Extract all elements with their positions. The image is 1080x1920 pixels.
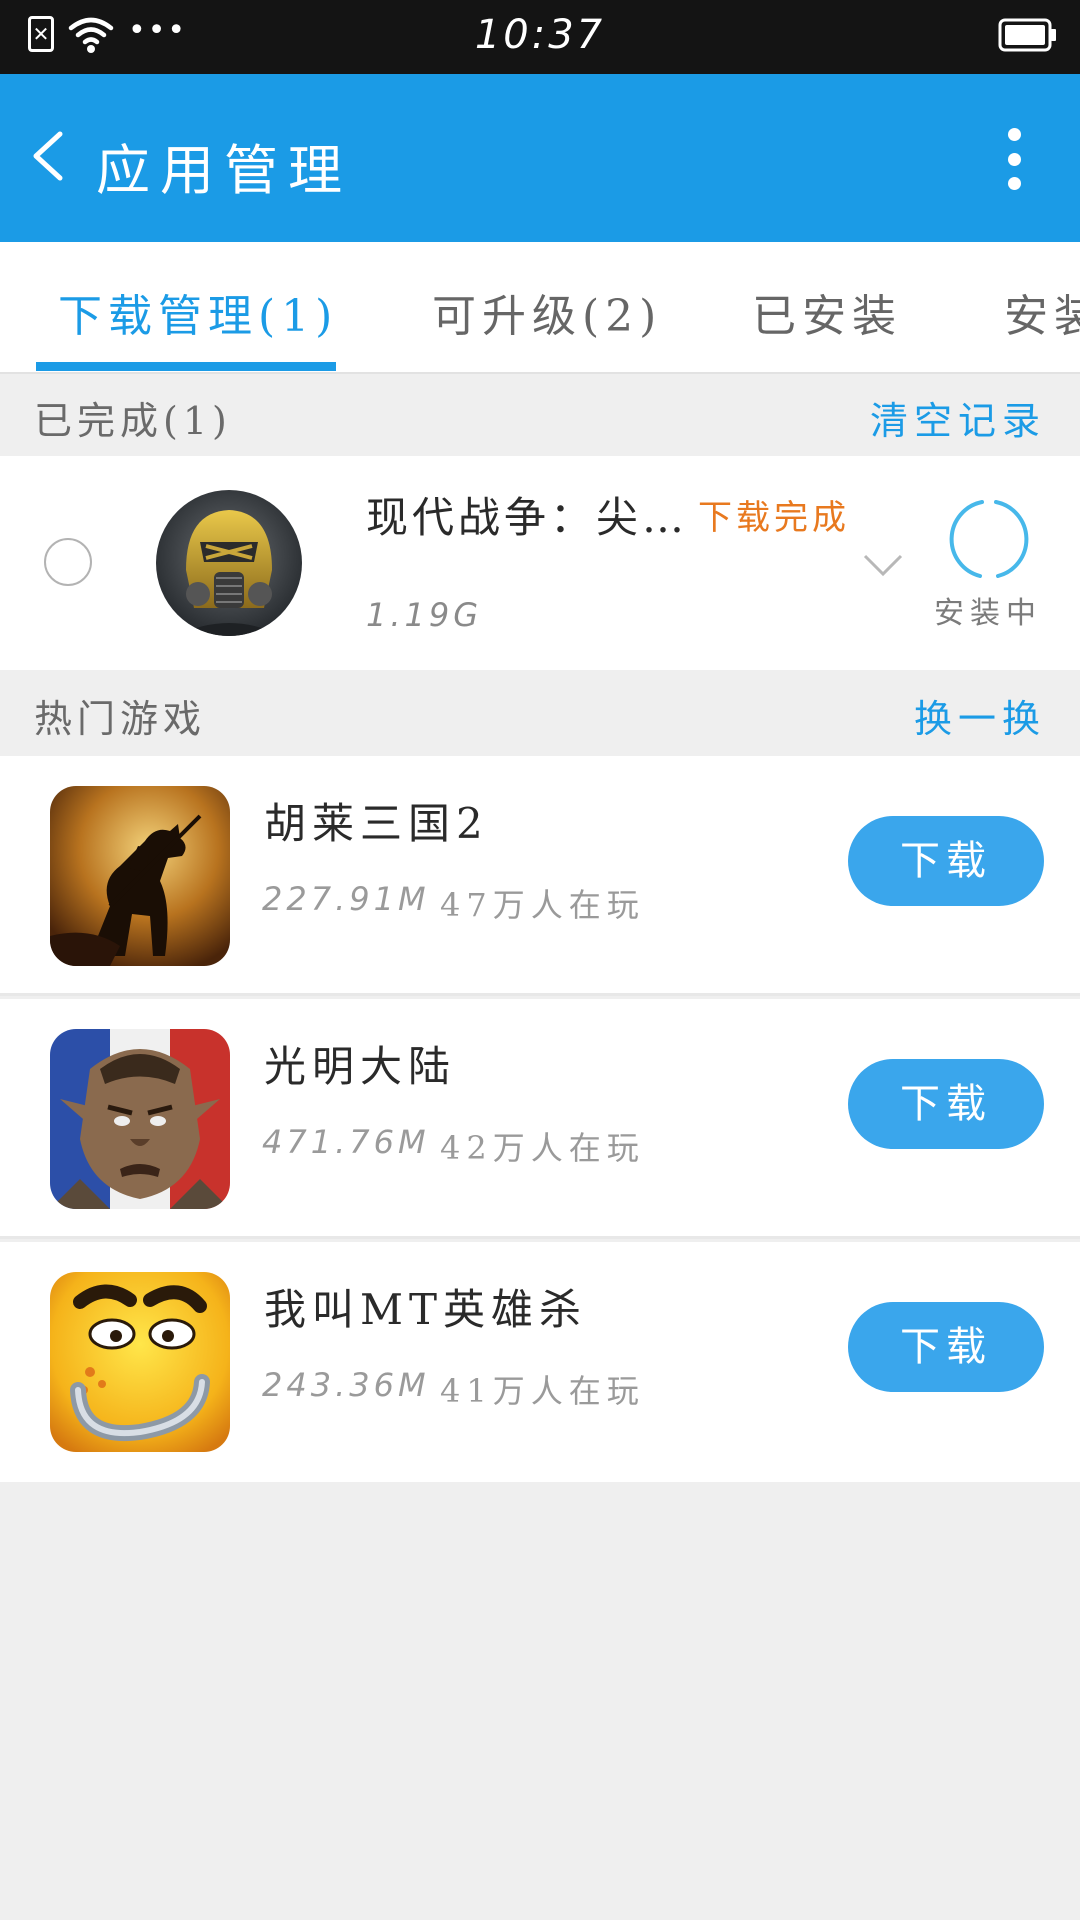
- horse-rider-icon: [50, 786, 230, 966]
- game-size: 243.36M: [262, 1366, 430, 1404]
- hot-games-section-header: 热门游戏 换一换: [0, 672, 1080, 754]
- game-name: 光明大陆: [264, 1042, 457, 1091]
- tab-bar: 下载管理(1) 可升级(2) 已安装 安装: [0, 242, 1080, 375]
- download-status: 下载完成: [698, 498, 850, 538]
- tab-download-manager[interactable]: 下载管理(1): [58, 280, 338, 344]
- modern-war-game-icon: [156, 490, 302, 636]
- game-size: 227.91M: [262, 880, 430, 918]
- refresh-button[interactable]: 换一换: [914, 688, 1046, 743]
- download-button[interactable]: 下载: [848, 1302, 1044, 1392]
- game-size: 471.76M: [262, 1123, 430, 1161]
- download-item-name: 现代战争：尖…: [366, 493, 689, 542]
- download-item[interactable]: 现代战争：尖… 下载完成 1.19G 安装中: [0, 456, 1080, 670]
- installing-label: 安装中: [934, 596, 1042, 631]
- back-arrow-icon[interactable]: [24, 126, 84, 186]
- page-title: 应用管理: [96, 139, 352, 202]
- more-options-icon[interactable]: [994, 128, 1034, 190]
- download-button[interactable]: 下载: [848, 816, 1044, 906]
- game-row[interactable]: 光明大陆 471.76M 42万人在玩 下载: [0, 999, 1080, 1239]
- battery-icon: [998, 18, 1058, 56]
- game-name: 胡莱三国2: [264, 799, 489, 848]
- game-players: 41万人在玩: [440, 1372, 645, 1410]
- clock: 10:37: [474, 12, 606, 58]
- clear-records-button[interactable]: 清空记录: [870, 390, 1046, 445]
- tab-installed[interactable]: 已安装: [752, 280, 902, 344]
- completed-label: 已完成(1): [34, 399, 232, 443]
- installing-spinner-icon[interactable]: [946, 496, 1032, 582]
- game-players: 47万人在玩: [440, 886, 645, 924]
- tab-install[interactable]: 安装: [1004, 280, 1080, 344]
- chevron-down-icon[interactable]: [862, 552, 904, 578]
- download-button[interactable]: 下载: [848, 1059, 1044, 1149]
- game-name: 我叫MT英雄杀: [264, 1285, 588, 1334]
- app-bar: 应用管理: [0, 74, 1080, 242]
- yellow-face-icon: [50, 1272, 230, 1452]
- hot-games-label: 热门游戏: [34, 697, 207, 741]
- orc-warrior-icon: [50, 1029, 230, 1209]
- download-size: 1.19G: [366, 596, 483, 634]
- status-bar: ✕ ••• 10:37: [0, 0, 1080, 74]
- game-row[interactable]: 胡莱三国2 227.91M 47万人在玩 下载: [0, 756, 1080, 996]
- active-tab-indicator: [36, 362, 336, 371]
- tab-upgradable[interactable]: 可升级(2): [432, 280, 662, 344]
- game-row[interactable]: 我叫MT英雄杀 243.36M 41万人在玩 下载: [0, 1242, 1080, 1482]
- select-checkbox[interactable]: [44, 538, 92, 586]
- game-players: 42万人在玩: [440, 1129, 645, 1167]
- completed-section-header: 已完成(1) 清空记录: [0, 374, 1080, 456]
